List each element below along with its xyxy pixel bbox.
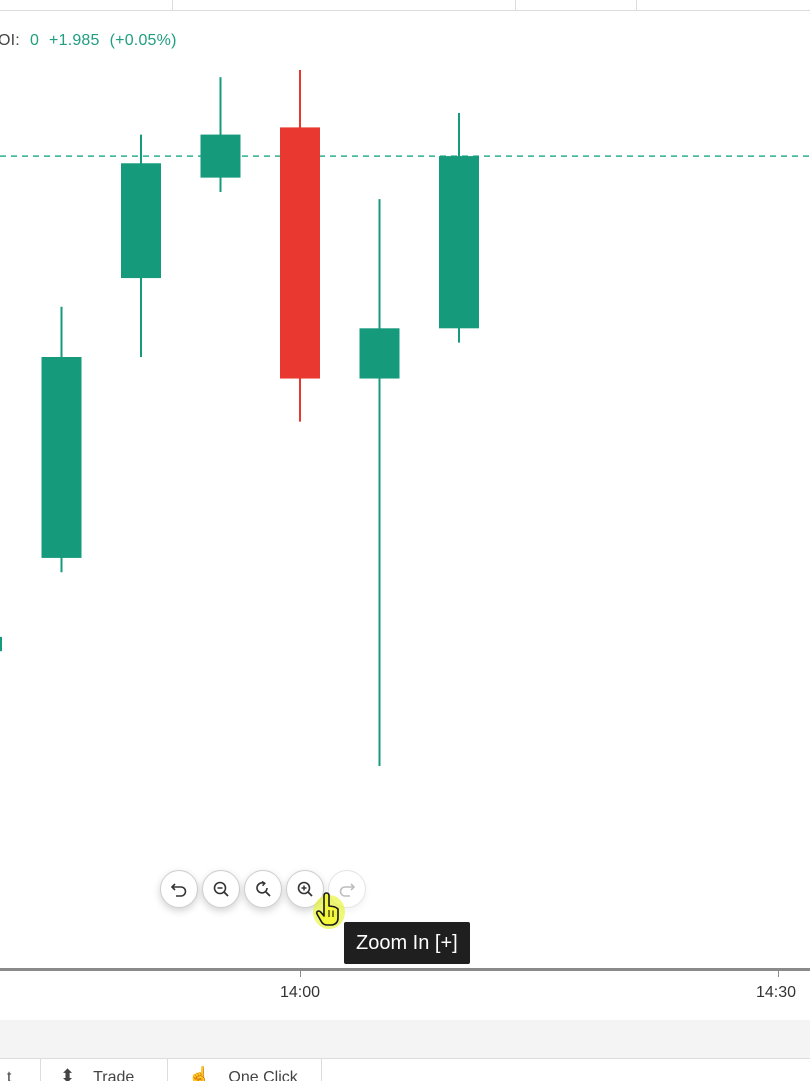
undo-button[interactable]: [160, 870, 198, 908]
reset-icon: [256, 880, 271, 897]
candle[interactable]: [200, 77, 241, 192]
tab-chart[interactable]: ▴t: [0, 1059, 41, 1081]
undo-icon: [170, 883, 187, 897]
candle-body: [0, 636, 2, 652]
one-click-icon: ☝: [188, 1066, 211, 1081]
candle-body: [280, 127, 320, 379]
candle[interactable]: [0, 608, 2, 665]
hand-pointer-cursor-icon: [313, 892, 345, 929]
tab-label: Trade: [93, 1069, 135, 1081]
x-axis-tick: [300, 971, 301, 977]
x-axis-tick: [778, 971, 779, 977]
tab-trade[interactable]: ⬍ Trade: [42, 1059, 168, 1081]
candle-body: [359, 328, 400, 379]
tab-one-click[interactable]: ☝ One Click: [170, 1059, 322, 1081]
reset-zoom-button[interactable]: [244, 870, 282, 908]
trade-icon: ⬍: [60, 1066, 76, 1081]
tab-label: t: [7, 1069, 12, 1081]
x-axis: [0, 968, 810, 971]
tab-label: One Click: [228, 1069, 298, 1081]
zoom-out-button[interactable]: [202, 870, 240, 908]
candle[interactable]: [439, 113, 479, 343]
candle[interactable]: [121, 134, 161, 358]
candle[interactable]: [359, 199, 400, 766]
x-axis-label-1400: 14:00: [280, 984, 321, 1001]
candle-body: [41, 357, 82, 558]
candle-body: [200, 134, 241, 178]
x-axis-label-1430: 14:30: [756, 984, 797, 1001]
candle-body: [121, 163, 161, 279]
zoom-in-tooltip: Zoom In [+]: [344, 922, 470, 964]
candle[interactable]: [280, 70, 320, 422]
zoom-out-icon: [213, 881, 229, 897]
candlestick-chart[interactable]: [0, 0, 810, 968]
candle[interactable]: [41, 306, 82, 573]
bottom-band: [0, 1020, 810, 1058]
candle-body: [439, 156, 479, 329]
bottom-tab-bar: ▴t ⬍ Trade ☝ One Click: [0, 1058, 810, 1081]
